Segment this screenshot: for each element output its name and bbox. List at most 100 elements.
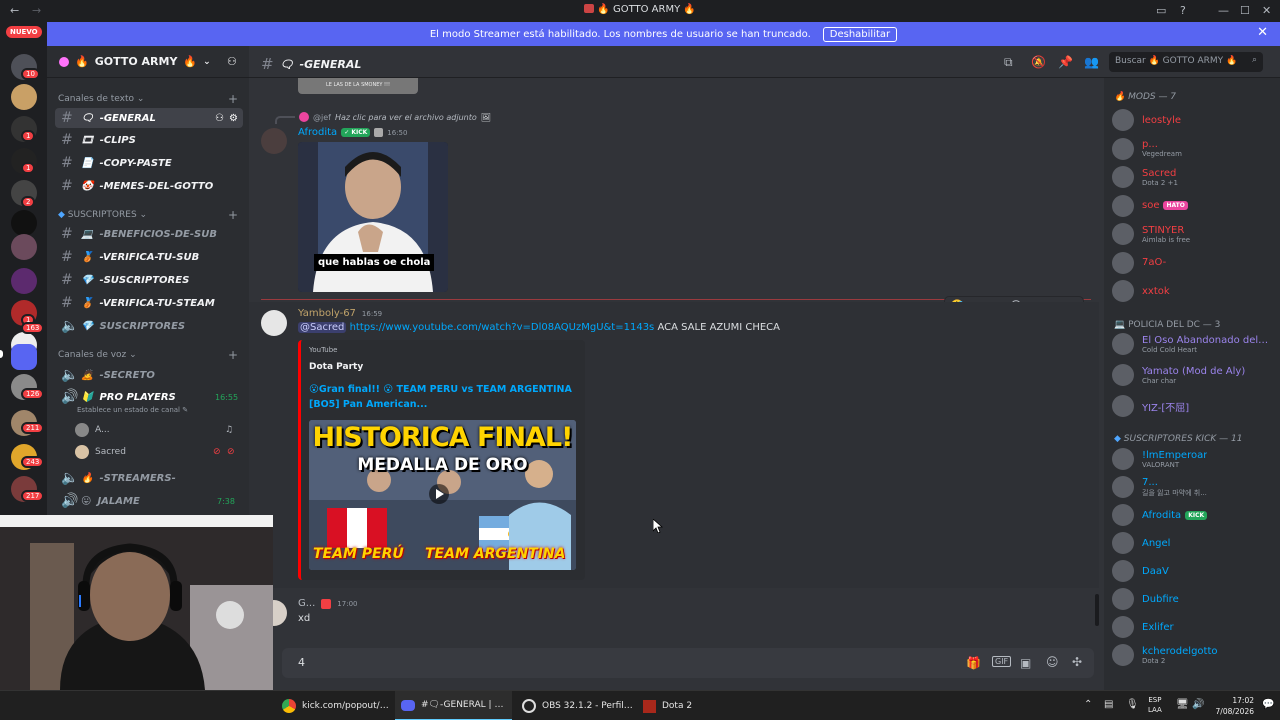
composer-text[interactable]: 4 [298,656,305,669]
message-header: G... 17:00 [298,598,357,609]
message-author[interactable]: Afrodita [298,127,337,138]
server-icon[interactable] [11,210,37,236]
server-header[interactable]: 🔥 GOTTO ARMY 🔥 ⌄ ⚇ [47,46,249,78]
pinned-messages-icon[interactable]: 📌 [1058,55,1073,69]
member-item[interactable]: p... Vegedream [1112,136,1277,162]
channel-beneficios[interactable]: # 💻 -BENEFICIOS-DE-SUB [55,224,243,244]
avatar[interactable] [261,310,287,336]
member-item[interactable]: xxtok [1112,278,1277,304]
add-channel-icon[interactable]: + [228,92,238,106]
message-author[interactable]: G... [298,598,315,609]
member-item[interactable]: Angel [1112,530,1277,556]
embed-author[interactable]: Dota Party [309,362,363,372]
voice-channel-secreto[interactable]: 🔈 🙇 -SECRETO [55,365,243,385]
message-composer[interactable]: 4 🎁 GIF ▣ ☺ ✣ [282,648,1094,678]
channel-clips[interactable]: # 🎞 -CLIPS [55,130,243,150]
member-item[interactable]: DaaV [1112,558,1277,584]
network-icon[interactable]: 🖥 [1176,699,1189,710]
invite-people-icon[interactable]: ⚇ [227,55,237,68]
image-attachment[interactable]: que hablas oe chola [298,142,448,292]
channel-general[interactable]: # 🗨 -GENERAL ⚇ ⚙ [55,108,243,128]
channel-label: -GENERAL [99,112,156,124]
volume-icon[interactable]: 🔊 [1192,699,1204,710]
search-input[interactable]: Buscar 🔥 GOTTO ARMY 🔥 ⌕ [1109,52,1263,72]
tray-app-icon[interactable]: ▤ [1104,699,1113,710]
member-item[interactable]: Sacred Dota 2 +1 [1112,164,1277,190]
close-window-icon[interactable]: ✕ [1262,4,1271,17]
microphone-icon[interactable]: 🎙 [1126,699,1139,710]
add-channel-icon[interactable]: + [228,348,238,362]
member-item[interactable]: !lmEmperoar VALORANT [1112,446,1277,472]
disable-streamer-button[interactable]: Deshabilitar [822,26,898,42]
add-channel-icon[interactable]: + [228,208,238,222]
language-indicator[interactable]: ESP LAA [1148,695,1162,715]
member-list-icon[interactable]: 👥 [1084,55,1099,69]
member-item[interactable]: 7aO- [1112,250,1277,276]
member-item[interactable]: Afrodita KICK [1112,502,1277,528]
gift-icon[interactable]: 🎁 [966,656,981,670]
invite-icon[interactable]: ⚇ [215,113,224,124]
channel-status-prompt[interactable]: Establece un estado de canal ✎ [77,406,188,414]
user-mention[interactable]: @Sacred [298,322,347,333]
gear-icon[interactable]: ⚙ [229,113,238,124]
member-item[interactable]: leostyle [1112,107,1277,133]
minimize-icon[interactable]: — [1218,4,1229,17]
member-item[interactable]: Dubfire [1112,586,1277,612]
server-icon[interactable] [11,84,37,110]
taskbar-obs[interactable]: OBS 32.1.2 - Perfil: Sin Tí [516,691,634,720]
mute-notifications-icon[interactable]: 🔕 [1031,55,1046,69]
threads-icon[interactable]: ⧉ [1004,55,1018,69]
close-icon[interactable]: ✕ [1257,25,1268,40]
voice-user[interactable]: A... ♫ [75,420,233,440]
message-link[interactable]: https://www.youtube.com/watch?v=Dl08AQUz… [350,322,655,333]
voice-channel-suscriptores[interactable]: 🔈 💎 SUSCRIPTORES [55,316,243,336]
emoji-icon[interactable]: ☺ [1046,655,1059,669]
member-item[interactable]: Exlifer [1112,614,1277,640]
member-item[interactable]: kcherodelgotto Dota 2 [1112,642,1277,668]
member-item[interactable]: 7... 길을 잃고 마약에 취... [1112,474,1277,500]
voice-user[interactable]: Sacred ⊘ ⊘ [75,442,235,462]
member-item[interactable]: soe HATO [1112,193,1277,219]
scrollbar-thumb[interactable] [1095,594,1099,626]
member-item[interactable]: Yamato (Mod de Aly) Char char [1112,362,1277,388]
category-text-channels[interactable]: Canales de texto ⌄ + [58,92,238,106]
gif-icon[interactable]: GIF [992,656,1012,667]
channel-verifica-steam[interactable]: # 🥉 -VERIFICA-TU-STEAM [55,293,243,313]
channel-memes[interactable]: # 🤡 -MEMES-DEL-GOTTO [55,176,243,196]
tray-overflow-icon[interactable]: ⌃ [1084,699,1092,710]
member-item[interactable]: El Oso Abandonado del G... Cold Cold Hear… [1112,331,1277,357]
thumbnail-headline: HISTORICA FINAL! [312,422,574,453]
category-voice-channels[interactable]: Canales de voz ⌄ + [58,348,238,362]
reply-reference[interactable]: @jef Haz clic para ver el archivo adjunt… [275,110,491,124]
maximize-icon[interactable]: ☐ [1240,4,1250,17]
voice-channel-streamers[interactable]: 🔈 🔥 -STREAMERS- [55,468,243,488]
channel-copy-paste[interactable]: # 📄 -COPY-PASTE [55,153,243,173]
apps-icon[interactable]: ✣ [1072,655,1082,669]
clock[interactable]: 17:02 7/08/2026 [1210,695,1254,717]
member-item[interactable]: STINYER Aimlab is free [1112,221,1277,247]
embed-provider[interactable]: YouTube [309,346,337,354]
category-suscriptores[interactable]: ◆ SUSCRIPTORES ⌄ + [58,208,238,222]
embed-thumbnail[interactable]: HISTORICA FINAL! MEDALLA DE ORO TEAM PER… [309,420,576,570]
server-icon[interactable] [11,268,37,294]
new-badge[interactable]: NUEVO [6,26,42,38]
voice-channel-jalame[interactable]: 🔊 😛 JALAME 7:38 [55,491,243,511]
taskbar-dota[interactable]: Dota 2 [637,691,717,720]
folder-icon[interactable] [11,344,37,370]
message-author[interactable]: Yamboly-67 [298,308,356,319]
server-icon[interactable] [11,234,37,260]
channel-suscriptores[interactable]: # 💎 -SUSCRIPTORES [55,270,243,290]
avatar[interactable] [261,128,287,154]
channel-verifica-sub[interactable]: # 🥉 -VERIFICA-TU-SUB [55,247,243,267]
voice-channel-pro-players[interactable]: 🔊 🔰 PRO PLAYERS 16:55 [55,387,243,407]
embed-title[interactable]: 😮Gran final!! 😮 TEAM PERU vs TEAM ARGENT… [309,382,579,412]
image-attachment[interactable]: LE LAS DE LA SMONEY !!! [298,78,418,94]
flame-icon: 🔥 [1114,92,1126,102]
sticker-icon[interactable]: ▣ [1020,656,1031,670]
help-icon[interactable]: ? [1180,4,1186,17]
inbox-icon[interactable]: ▭ [1156,4,1166,17]
notification-icon[interactable]: 💬 [1262,699,1274,710]
member-item[interactable]: YIZ-[不屈] [1112,393,1277,419]
taskbar-chrome[interactable]: kick.com/popout/Zapat [276,691,392,720]
taskbar-discord[interactable]: #🗨-GENERAL | 🔥 GO [395,691,512,720]
